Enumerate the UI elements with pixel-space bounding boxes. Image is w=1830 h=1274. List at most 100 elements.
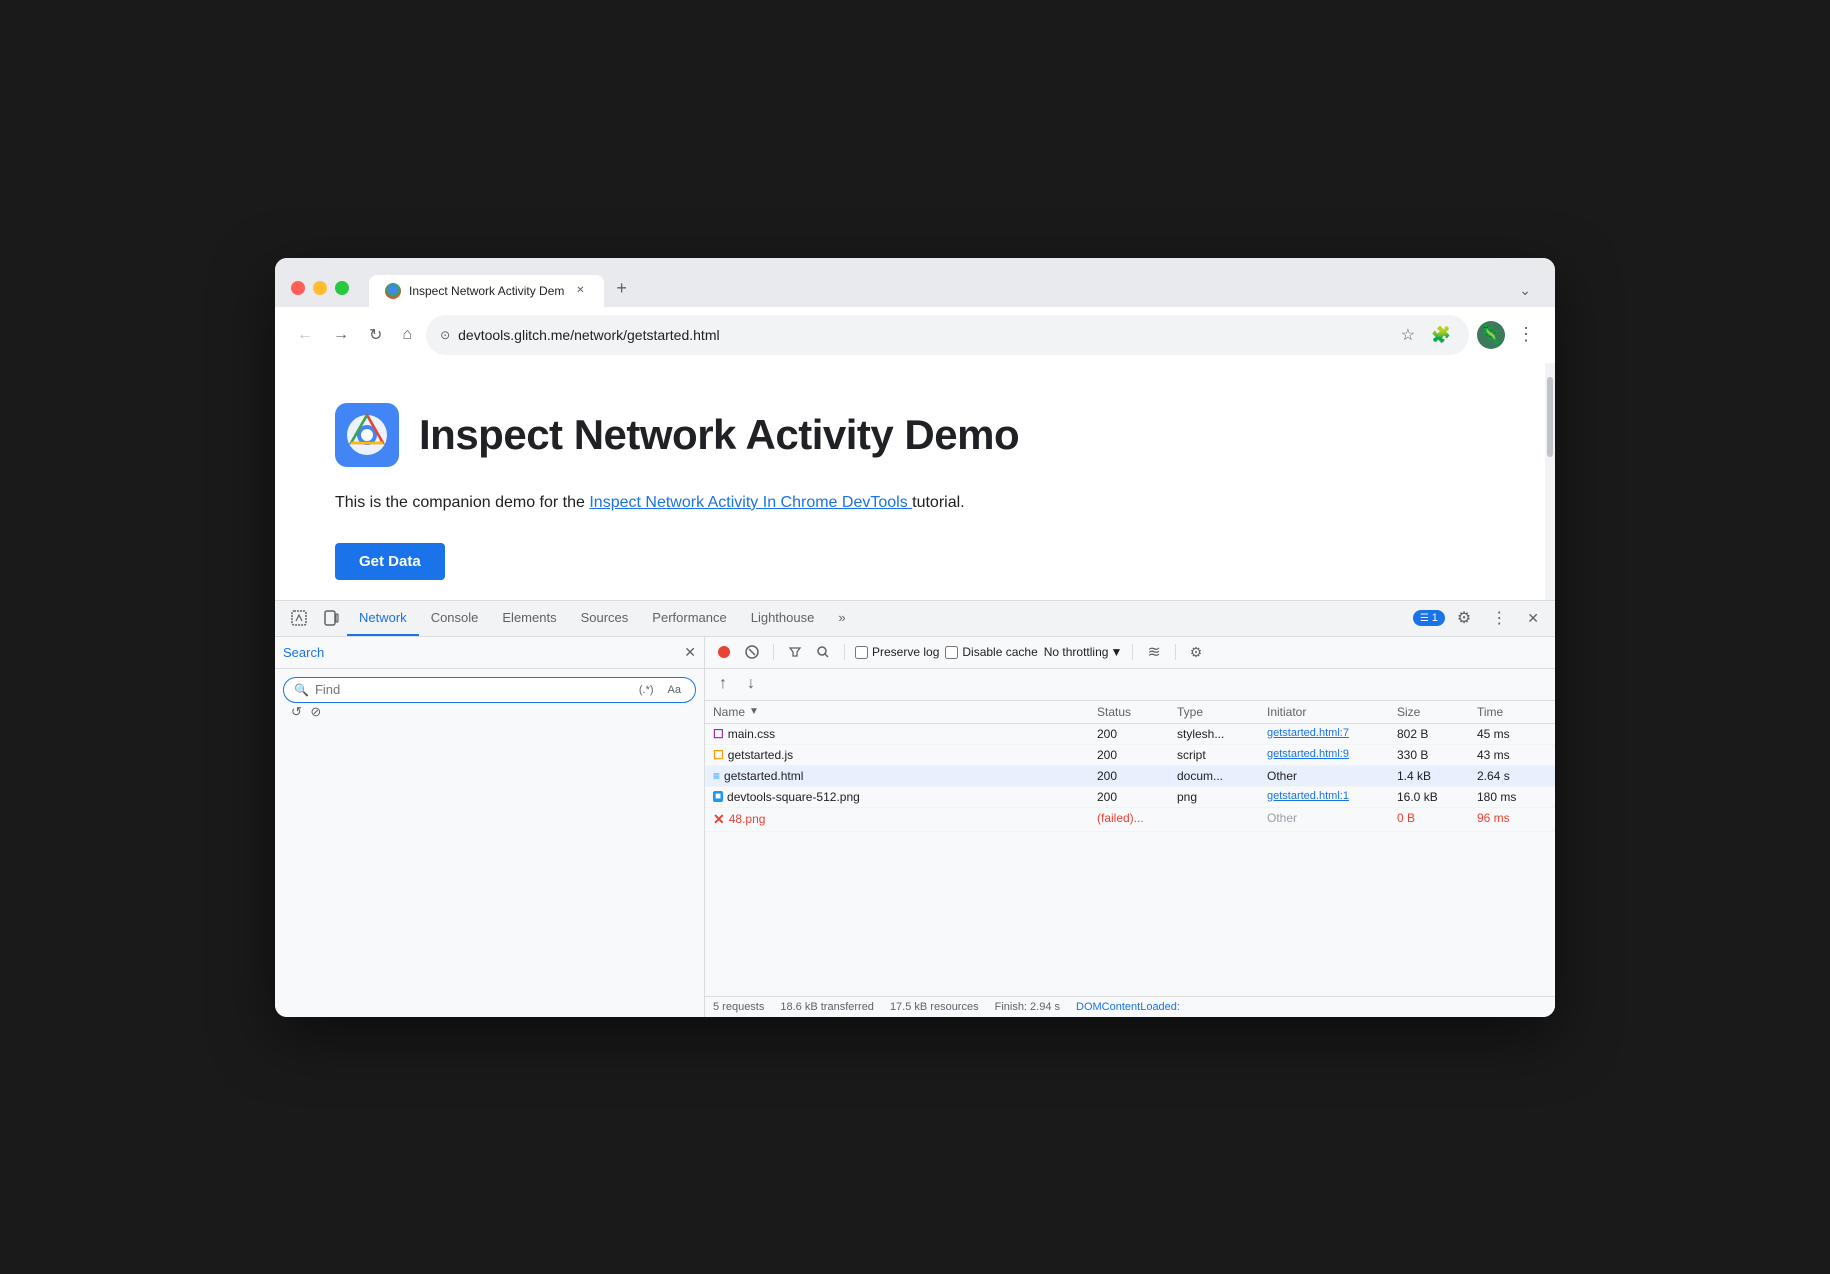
- preserve-log-checkbox[interactable]: [855, 646, 868, 659]
- table-row[interactable]: ■ devtools-square-512.png 200 png getsta…: [705, 787, 1555, 808]
- cell-size: 16.0 kB: [1397, 790, 1477, 804]
- close-button[interactable]: [291, 281, 305, 295]
- scrollbar-thumb: [1547, 377, 1553, 457]
- col-time: Time: [1477, 705, 1547, 719]
- cell-initiator: Other: [1267, 811, 1397, 828]
- filter-button[interactable]: [784, 643, 806, 661]
- page-title: Inspect Network Activity Demo: [419, 411, 1019, 459]
- css-file-icon: ☐: [713, 727, 724, 741]
- tab-lighthouse[interactable]: Lighthouse: [739, 600, 827, 636]
- device-toolbar-button[interactable]: [315, 606, 347, 630]
- title-bar: Inspect Network Activity Dem ✕ + ⌄: [275, 258, 1555, 307]
- tab-performance[interactable]: Performance: [640, 600, 738, 636]
- search-close-button[interactable]: ✕: [684, 644, 696, 661]
- requests-count: 5 requests: [713, 1001, 764, 1013]
- cell-name: ✕ 48.png: [713, 811, 1097, 828]
- cell-type: docum...: [1177, 769, 1267, 783]
- col-initiator: Initiator: [1267, 705, 1397, 719]
- disable-cache-label[interactable]: Disable cache: [945, 645, 1037, 659]
- js-file-icon: ☐: [713, 748, 724, 762]
- cell-time: 43 ms: [1477, 748, 1547, 762]
- record-button[interactable]: [713, 643, 735, 661]
- tab-dropdown-button[interactable]: ⌄: [1511, 274, 1539, 307]
- cell-initiator: getstarted.html:9: [1267, 748, 1397, 762]
- separator-4: [1175, 644, 1176, 660]
- case-button[interactable]: Aa: [664, 682, 685, 698]
- device-icon: [323, 610, 339, 626]
- clear-button[interactable]: [741, 643, 763, 661]
- forward-button[interactable]: →: [327, 322, 355, 348]
- sort-icon: ▼: [749, 706, 759, 717]
- more-button[interactable]: ⋮: [1513, 320, 1539, 349]
- maximize-button[interactable]: [335, 281, 349, 295]
- tab-console[interactable]: Console: [419, 600, 491, 636]
- tab-sources[interactable]: Sources: [569, 600, 641, 636]
- regex-button[interactable]: (.*): [635, 682, 658, 698]
- domcontent-link[interactable]: DOMContentLoaded:: [1076, 1001, 1180, 1013]
- extension-button[interactable]: 🧩: [1427, 321, 1455, 349]
- get-data-button[interactable]: Get Data: [335, 543, 445, 580]
- cell-time: 45 ms: [1477, 727, 1547, 741]
- inspect-element-button[interactable]: [283, 606, 315, 630]
- devtools-link[interactable]: Inspect Network Activity In Chrome DevTo…: [589, 494, 912, 511]
- filter-icon: [788, 645, 802, 659]
- network-statusbar: 5 requests 18.6 kB transferred 17.5 kB r…: [705, 996, 1555, 1017]
- cell-type: [1177, 811, 1267, 828]
- tab-close-button[interactable]: ✕: [572, 283, 588, 299]
- cell-status: 200: [1097, 790, 1177, 804]
- devtools-more-button[interactable]: ⋮: [1483, 604, 1515, 632]
- export-button[interactable]: ↓: [741, 673, 761, 695]
- tabs-row: Inspect Network Activity Dem ✕ + ⌄: [369, 270, 1539, 307]
- minimize-button[interactable]: [313, 281, 327, 295]
- png-file-icon: ■: [713, 791, 723, 802]
- table-row[interactable]: ≡ getstarted.html 200 docum... Other 1.4…: [705, 766, 1555, 787]
- cell-status: (failed)...: [1097, 811, 1177, 828]
- table-row[interactable]: ☐ getstarted.js 200 script getstarted.ht…: [705, 745, 1555, 766]
- new-tab-button[interactable]: +: [608, 270, 635, 307]
- page-scrollbar[interactable]: [1545, 363, 1555, 600]
- col-size: Size: [1397, 705, 1477, 719]
- tab-more[interactable]: »: [826, 600, 857, 636]
- cell-initiator: getstarted.html:7: [1267, 727, 1397, 741]
- table-header: Name ▼ Status Type Initiator Size Time: [705, 701, 1555, 724]
- table-row[interactable]: ☐ main.css 200 stylesh... getstarted.htm…: [705, 724, 1555, 745]
- throttle-selector[interactable]: No throttling ▼: [1044, 645, 1123, 659]
- bookmark-button[interactable]: ☆: [1397, 321, 1419, 349]
- disable-cache-checkbox[interactable]: [945, 646, 958, 659]
- table-row[interactable]: ✕ 48.png (failed)... Other 0 B 96 ms: [705, 808, 1555, 832]
- address-bar: ← → ↻ ⌂ ⊙ devtools.glitch.me/network/get…: [275, 307, 1555, 363]
- search-refresh-button[interactable]: ↺: [291, 704, 302, 720]
- devtools-close-button[interactable]: ✕: [1519, 606, 1547, 631]
- cell-time: 96 ms: [1477, 811, 1547, 828]
- chrome-logo-svg: [345, 413, 389, 457]
- search-input[interactable]: [315, 682, 629, 697]
- preserve-log-label[interactable]: Preserve log: [855, 645, 939, 659]
- search-button[interactable]: [812, 643, 834, 661]
- devtools-settings-button[interactable]: ⚙: [1449, 604, 1479, 632]
- profile-button[interactable]: 🦎: [1477, 321, 1505, 349]
- search-cancel-button[interactable]: ⊘: [310, 704, 321, 720]
- cell-initiator: Other: [1267, 769, 1397, 783]
- cell-size: 330 B: [1397, 748, 1477, 762]
- back-button[interactable]: ←: [291, 322, 319, 348]
- window-controls: [291, 281, 349, 295]
- devtools-panel: Network Console Elements Sources Perform…: [275, 600, 1555, 1017]
- network-main: Preserve log Disable cache No throttling…: [705, 637, 1555, 1017]
- import-button[interactable]: ↑: [713, 673, 733, 695]
- reload-button[interactable]: ↻: [363, 321, 388, 349]
- cell-type: stylesh...: [1177, 727, 1267, 741]
- search-icon: 🔍: [294, 683, 309, 697]
- home-button[interactable]: ⌂: [396, 322, 418, 348]
- active-tab[interactable]: Inspect Network Activity Dem ✕: [369, 275, 604, 307]
- tab-elements[interactable]: Elements: [490, 600, 568, 636]
- url-security-icon: ⊙: [440, 328, 450, 342]
- wifi-button[interactable]: ≋: [1143, 640, 1164, 664]
- network-settings-button[interactable]: ⚙: [1186, 642, 1207, 663]
- separator-1: [773, 644, 774, 660]
- cell-status: 200: [1097, 727, 1177, 741]
- tab-network[interactable]: Network: [347, 600, 419, 636]
- url-bar[interactable]: ⊙ devtools.glitch.me/network/getstarted.…: [426, 315, 1469, 355]
- page-content: Inspect Network Activity Demo This is th…: [275, 363, 1555, 600]
- resources-amount: 17.5 kB resources: [890, 1001, 979, 1013]
- clear-icon: [745, 645, 759, 659]
